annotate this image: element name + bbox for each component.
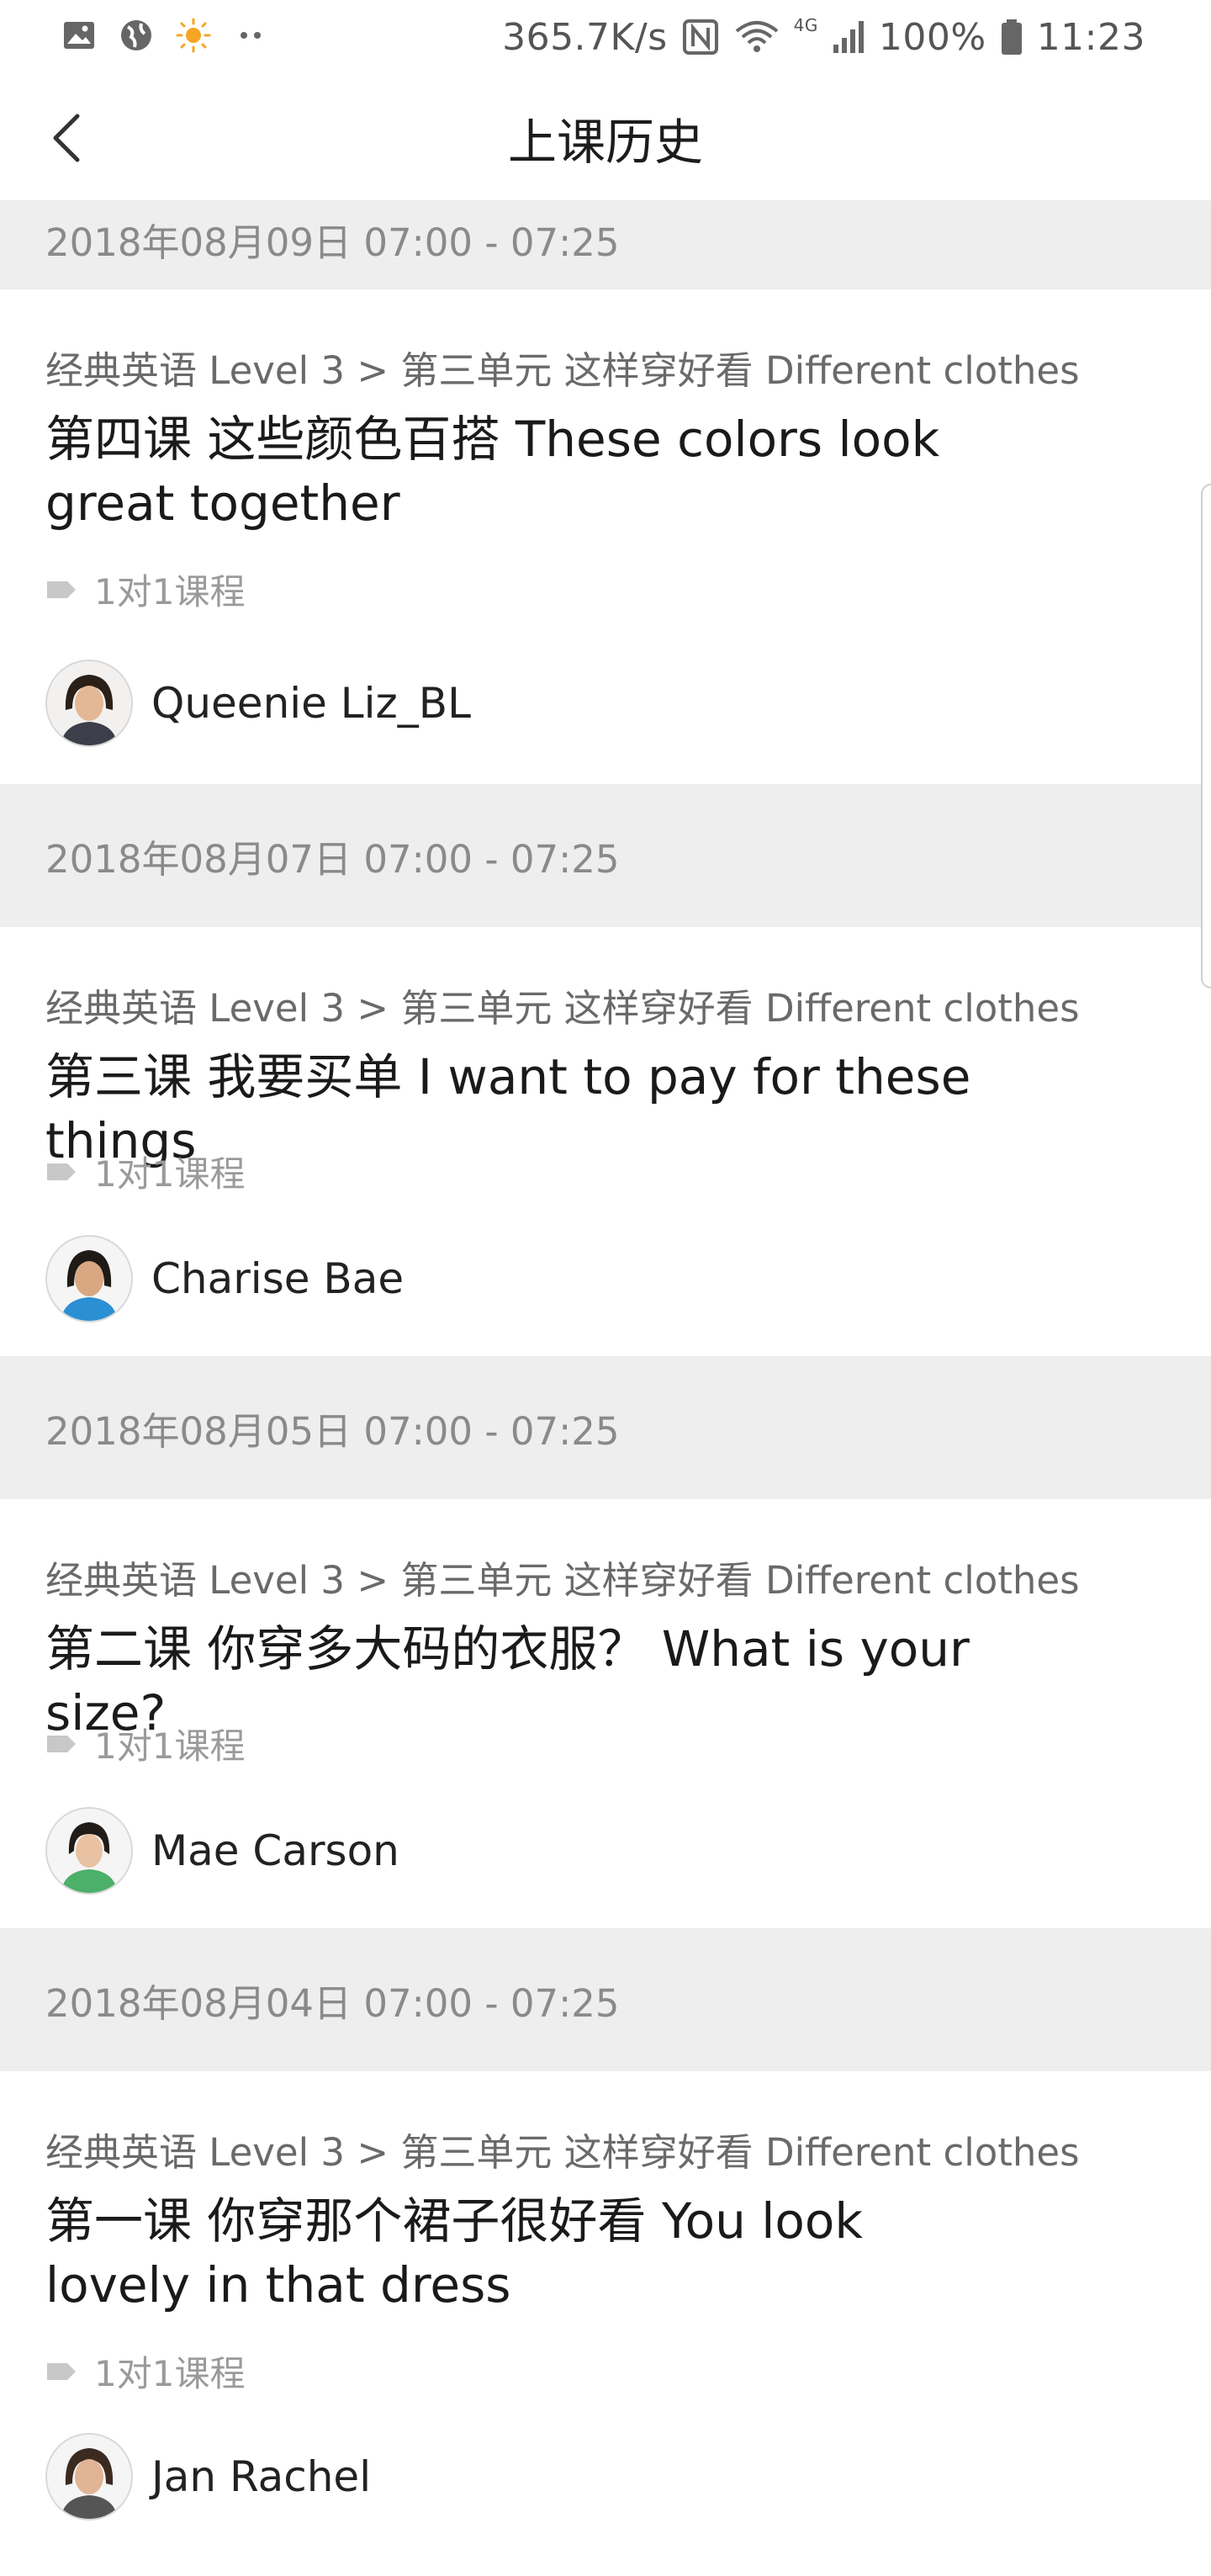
- session-date-header: 2018年08月05日 07:00 - 07:25: [0, 1356, 1211, 1499]
- teacher-name: Jan Rachel: [151, 2452, 372, 2501]
- course-type-label: 1对1课程: [94, 2353, 246, 2394]
- session-date: 2018年08月04日 07:00 - 07:25: [45, 1980, 620, 2026]
- course-type-label: 1对1课程: [94, 1725, 246, 1767]
- globe-icon: [121, 20, 151, 50]
- app-bar: 上课历史: [0, 74, 1211, 201]
- tag-icon: [47, 2362, 76, 2380]
- tag-icon: [47, 1163, 76, 1180]
- teacher-info[interactable]: Queenie Liz_BL: [45, 660, 471, 747]
- teacher-name: Queenie Liz_BL: [151, 679, 471, 728]
- session-date: 2018年08月07日 07:00 - 07:25: [45, 836, 620, 882]
- course-breadcrumb: 经典英语 Level 3 > 第三单元 这样穿好看 Different clot…: [45, 2130, 1080, 2175]
- class-history-list[interactable]: 2018年08月09日 07:00 - 07:25 经典英语 Level 3 >…: [0, 200, 1211, 2576]
- course-type-label: 1对1课程: [94, 571, 246, 612]
- course-breadcrumb: 经典英语 Level 3 > 第三单元 这样穿好看 Different clot…: [45, 1558, 1080, 1603]
- battery-percent: 100%: [878, 15, 986, 59]
- course-breadcrumb: 经典英语 Level 3 > 第三单元 这样穿好看 Different clot…: [45, 348, 1080, 393]
- status-right: 365.7K/s 4G 100% 11:23: [502, 8, 1145, 66]
- teacher-info[interactable]: Charise Bae: [45, 1235, 404, 1322]
- teacher-name: Charise Bae: [151, 1254, 405, 1303]
- course-type-tag: 1对1课程: [45, 1146, 245, 1197]
- teacher-avatar-icon: [47, 1237, 131, 1321]
- session-date-header: 2018年08月09日 07:00 - 07:25: [0, 200, 1211, 289]
- status-bar: 365.7K/s 4G 100% 11:23: [0, 0, 1211, 74]
- teacher-avatar: [45, 1807, 133, 1895]
- course-type-tag: 1对1课程: [45, 1718, 245, 1769]
- session-card[interactable]: 经典英语 Level 3 > 第三单元 这样穿好看 Different clot…: [0, 2071, 1211, 2576]
- scrollbar-handle[interactable]: [1201, 484, 1211, 989]
- sun-icon: [176, 18, 211, 53]
- session-card[interactable]: 经典英语 Level 3 > 第三单元 这样穿好看 Different clot…: [0, 289, 1211, 784]
- nfc-icon: [682, 19, 718, 55]
- session-card[interactable]: 经典英语 Level 3 > 第三单元 这样穿好看 Different clot…: [0, 927, 1211, 1356]
- teacher-info[interactable]: Jan Rachel: [45, 2433, 371, 2520]
- teacher-avatar-icon: [47, 2435, 131, 2519]
- tag-icon: [47, 1735, 76, 1752]
- battery-icon: [1001, 19, 1022, 55]
- lesson-title: 第一课 你穿那个裙子很好看 You look lovely in that dr…: [45, 2192, 863, 2314]
- session-date: 2018年08月05日 07:00 - 07:25: [45, 1408, 620, 1454]
- teacher-avatar: [45, 660, 133, 747]
- course-breadcrumb: 经典英语 Level 3 > 第三单元 这样穿好看 Different clot…: [45, 986, 1080, 1031]
- network-type: 4G: [793, 15, 818, 35]
- signal-icon: [833, 21, 864, 53]
- session-date-header: 2018年08月04日 07:00 - 07:25: [0, 1928, 1211, 2071]
- network-speed: 365.7K/s: [502, 15, 668, 59]
- tag-icon: [47, 580, 76, 598]
- course-type-tag: 1对1课程: [45, 564, 245, 615]
- lesson-title: 第四课 这些颜色百搭 These colors look great toget…: [45, 411, 940, 532]
- page-title: 上课历史: [507, 114, 703, 171]
- wifi-icon: [735, 21, 778, 52]
- teacher-name: Mae Carson: [151, 1826, 399, 1875]
- more-dots-icon: [241, 32, 261, 39]
- teacher-info[interactable]: Mae Carson: [45, 1807, 399, 1895]
- clock: 11:23: [1036, 15, 1145, 59]
- course-type-label: 1对1课程: [94, 1153, 246, 1195]
- teacher-avatar-icon: [47, 661, 131, 745]
- session-date: 2018年08月09日 07:00 - 07:25: [45, 220, 620, 265]
- session-card[interactable]: 经典英语 Level 3 > 第三单元 这样穿好看 Different clot…: [0, 1499, 1211, 1928]
- session-date-header: 2018年08月07日 07:00 - 07:25: [0, 784, 1211, 927]
- course-type-tag: 1对1课程: [45, 2345, 245, 2397]
- teacher-avatar-icon: [47, 1809, 131, 1893]
- teacher-avatar: [45, 2433, 133, 2520]
- status-left-icons: [61, 17, 269, 54]
- image-icon: [64, 22, 94, 49]
- teacher-avatar: [45, 1235, 133, 1322]
